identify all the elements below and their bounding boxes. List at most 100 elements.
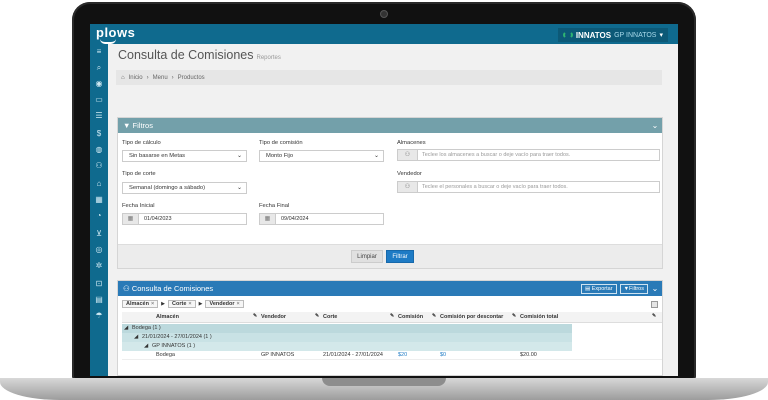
pin-icon[interactable]: ✎	[390, 313, 394, 319]
book-icon[interactable]: ▤	[93, 294, 105, 306]
breadcrumb-current: Productos	[177, 74, 205, 81]
users-icon: ⚇	[398, 182, 418, 192]
bank-icon[interactable]: ⌂	[93, 178, 105, 190]
group-row-vendedor[interactable]: ◢ GP INNATOS (1 )	[122, 342, 572, 351]
pin-icon[interactable]: ✎	[652, 313, 656, 319]
column-header-total[interactable]: Comisión total	[520, 314, 558, 320]
eye-icon[interactable]: ◉	[93, 78, 105, 90]
page-title-text: Consulta de Comisiones	[118, 48, 254, 62]
group-row-almacen[interactable]: ◢ Bodega (1 )	[122, 324, 572, 333]
filters-header[interactable]: ▼ Filtros ⌄	[118, 118, 662, 133]
group-row-corte[interactable]: ◢ 21/01/2024 - 27/01/2024 (1 )	[122, 333, 572, 342]
export-label: Exportar	[591, 285, 613, 292]
export-button[interactable]: ▤ Exportar	[581, 283, 617, 294]
collapse-icon[interactable]: ◢	[134, 334, 138, 340]
lock-icon[interactable]: ⊡	[93, 278, 105, 290]
breadcrumb-separator: ›	[146, 74, 149, 81]
results-header: ⚇ Consulta de Comisiones ▤ Exportar ▼Fil…	[118, 281, 662, 296]
breadcrumb-home[interactable]: Inicio	[129, 75, 143, 81]
grid-filters-button[interactable]: ▼Filtros	[619, 283, 648, 294]
filter-button[interactable]: Filtrar	[386, 250, 414, 263]
group-label: 21/01/2024 - 27/01/2024 (1 )	[142, 334, 212, 340]
collapse-icon[interactable]: ◢	[124, 325, 128, 331]
almacenes-label: Almacenes	[397, 140, 426, 146]
column-header-por-descontar[interactable]: Comisión por descontar	[440, 314, 503, 320]
tipo-calculo-select[interactable]: Sin basarse en Metas ⌄	[122, 150, 247, 162]
fecha-inicial-input[interactable]: ▦ 01/04/2023	[122, 213, 247, 225]
world-icon[interactable]: ◎	[93, 244, 105, 256]
cart-icon[interactable]: ⊻	[93, 228, 105, 240]
vendedor-input[interactable]: ⚇ Teclee el personales a buscar o deje v…	[397, 181, 660, 193]
close-icon[interactable]: ×	[237, 301, 240, 307]
results-panel: ⚇ Consulta de Comisiones ▤ Exportar ▼Fil…	[117, 280, 663, 376]
almacenes-input[interactable]: ⚇ Teclee los almacenes a buscar o deje v…	[397, 149, 660, 161]
breadcrumb-separator: ›	[171, 74, 174, 81]
calculator-icon[interactable]: ▦	[93, 194, 105, 206]
filters-title: Filtros	[132, 121, 153, 130]
filters-panel: ▼ Filtros ⌄ Tipo de cálculo Sin basarse …	[117, 117, 663, 269]
search-icon[interactable]: ⌕	[93, 62, 105, 74]
company-switcher[interactable]: INNATOS GP INNATOS ▾	[557, 28, 668, 42]
column-header-vendedor[interactable]: Vendedor	[261, 314, 286, 320]
breadcrumb-menu[interactable]: Menu	[153, 75, 168, 81]
app-logo[interactable]: plows	[96, 25, 135, 40]
group-chip-corte[interactable]: Corte ×	[168, 300, 196, 308]
group-bar: Almacén × ▶ Corte × ▶ Vendedor ×	[122, 299, 660, 309]
group-chip-almacen[interactable]: Almacén ×	[122, 300, 159, 308]
gear-icon[interactable]: ✲	[93, 260, 105, 272]
brand-name: INNATOS	[575, 30, 612, 40]
list-icon[interactable]: ☰	[93, 110, 105, 122]
users-icon: ⚇	[398, 150, 418, 160]
clear-button[interactable]: Limpiar	[351, 250, 383, 263]
chevron-down-icon: ⌄	[236, 185, 242, 191]
cell-vendedor: GP INNATOS	[261, 352, 295, 358]
export-icon: ▤	[585, 285, 591, 292]
umbrella-icon[interactable]: ☂	[93, 310, 105, 322]
users-icon[interactable]: ⚇	[93, 160, 105, 172]
tipo-corte-select[interactable]: Semanal (domingo a sábado) ⌄	[122, 182, 247, 194]
pin-icon[interactable]: ✎	[315, 313, 319, 319]
innatos-logo-icon	[562, 31, 573, 39]
page-subtitle: Reportes	[256, 55, 281, 61]
collapse-icon[interactable]: ◢	[144, 343, 148, 349]
globe-icon[interactable]: ◍	[93, 144, 105, 156]
column-header-corte[interactable]: Corte	[323, 314, 337, 320]
cell-comision[interactable]: $20	[398, 352, 407, 358]
chevron-down-icon[interactable]: ⌄	[648, 284, 662, 293]
calendar-icon[interactable]: ▦	[123, 214, 139, 224]
tipo-calculo-label: Tipo de cálculo	[122, 140, 161, 146]
column-chooser-icon[interactable]	[651, 301, 658, 308]
group-chip-label: Almacén	[126, 301, 149, 307]
pin-icon[interactable]: ✎	[432, 313, 436, 319]
group-label: GP INNATOS (1 )	[152, 343, 196, 349]
tipo-comision-select[interactable]: Monto Fijo ⌄	[259, 150, 384, 162]
camera-icon	[380, 10, 388, 18]
pin-icon[interactable]: ✎	[253, 313, 257, 319]
menu-toggle-icon[interactable]: ≡	[93, 46, 105, 58]
table-row[interactable]: Bodega GP INNATOS 21/01/2024 - 27/01/202…	[122, 351, 662, 360]
column-header-almacen[interactable]: Almacén	[156, 314, 179, 320]
chart-icon[interactable]: ◔	[93, 210, 105, 222]
top-bar: plows INNATOS GP INNATOS ▾	[90, 24, 678, 44]
users-icon: ⚇	[123, 284, 130, 293]
cell-por-descontar[interactable]: $0	[440, 352, 446, 358]
cell-almacen: Bodega	[156, 352, 175, 358]
chevron-down-icon[interactable]: ⌄	[648, 121, 662, 130]
sidebar: ≡ ⌕ ◉ ▭ ☰ $ ◍ ⚇ ⌂ ▦ ◔ ⊻ ◎ ✲ ⊡ ▤ ☂	[90, 44, 108, 376]
inbox-icon[interactable]: ▭	[93, 94, 105, 106]
group-label: Bodega (1 )	[132, 325, 161, 331]
dollar-icon[interactable]: $	[93, 128, 105, 140]
tipo-comision-label: Tipo de comisión	[259, 140, 303, 146]
laptop-notch	[322, 378, 446, 386]
calendar-icon[interactable]: ▦	[260, 214, 276, 224]
fecha-final-input[interactable]: ▦ 09/04/2024	[259, 213, 384, 225]
pin-icon[interactable]: ✎	[512, 313, 516, 319]
group-chip-vendedor[interactable]: Vendedor ×	[205, 300, 244, 308]
tipo-comision-value: Monto Fijo	[266, 153, 294, 159]
close-icon[interactable]: ×	[151, 301, 154, 307]
group-chip-label: Corte	[172, 301, 187, 307]
chevron-down-icon: ⌄	[236, 153, 242, 159]
column-header-comision[interactable]: Comisión	[398, 314, 423, 320]
laptop-frame: plows INNATOS GP INNATOS ▾ ≡ ⌕ ◉ ▭ ☰ $ ◍…	[0, 0, 768, 400]
close-icon[interactable]: ×	[188, 301, 191, 307]
